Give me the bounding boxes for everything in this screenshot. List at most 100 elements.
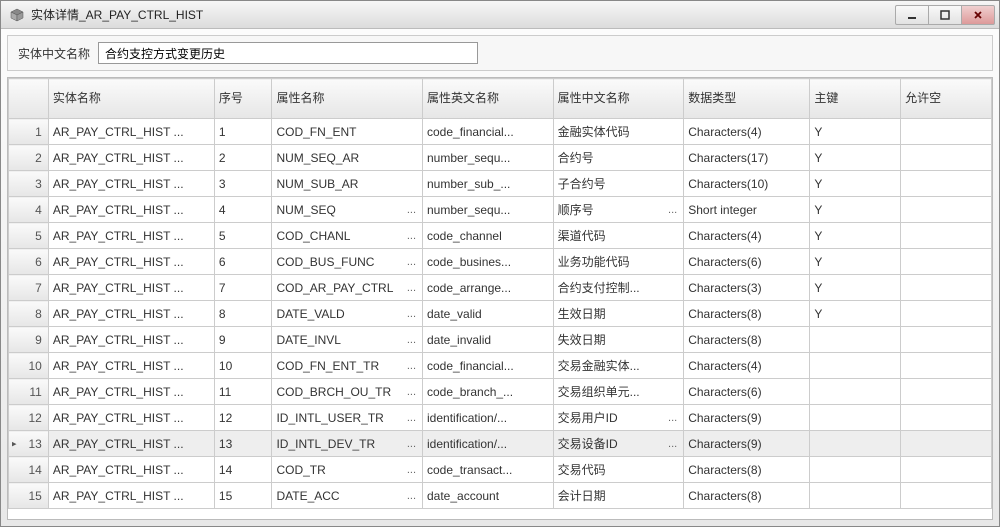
- col-attr-name[interactable]: 属性名称: [272, 79, 423, 119]
- cell-attr-name[interactable]: COD_TR...: [272, 457, 423, 483]
- cell-entity-name[interactable]: AR_PAY_CTRL_HIST ...: [48, 431, 214, 457]
- ellipsis-button[interactable]: ...: [405, 490, 418, 502]
- ellipsis-button[interactable]: ...: [405, 230, 418, 242]
- cell-attr-eng[interactable]: code_channel: [423, 223, 554, 249]
- row-number[interactable]: 9: [9, 327, 49, 353]
- cell-seq[interactable]: 5: [214, 223, 272, 249]
- ellipsis-button[interactable]: ...: [405, 412, 418, 424]
- cell-allow-null[interactable]: [901, 119, 992, 145]
- cell-attr-eng[interactable]: code_financial...: [423, 119, 554, 145]
- cell-data-type[interactable]: Characters(6): [684, 249, 810, 275]
- ellipsis-button[interactable]: ...: [405, 464, 418, 476]
- row-number[interactable]: 13: [9, 431, 49, 457]
- row-number[interactable]: 2: [9, 145, 49, 171]
- cell-entity-name[interactable]: AR_PAY_CTRL_HIST ...: [48, 301, 214, 327]
- cell-pk[interactable]: [810, 483, 901, 509]
- table-row[interactable]: 5AR_PAY_CTRL_HIST ...5COD_CHANL...code_c…: [9, 223, 992, 249]
- col-data-type[interactable]: 数据类型: [684, 79, 810, 119]
- ellipsis-button[interactable]: ...: [405, 256, 418, 268]
- cell-attr-name[interactable]: COD_FN_ENT: [272, 119, 423, 145]
- table-row[interactable]: 14AR_PAY_CTRL_HIST ...14COD_TR...code_tr…: [9, 457, 992, 483]
- row-number[interactable]: 8: [9, 301, 49, 327]
- row-number[interactable]: 6: [9, 249, 49, 275]
- cell-seq[interactable]: 2: [214, 145, 272, 171]
- cell-data-type[interactable]: Short integer: [684, 197, 810, 223]
- cell-pk[interactable]: Y: [810, 171, 901, 197]
- cell-data-type[interactable]: Characters(4): [684, 119, 810, 145]
- cell-allow-null[interactable]: [901, 327, 992, 353]
- cell-attr-eng[interactable]: code_financial...: [423, 353, 554, 379]
- cell-allow-null[interactable]: [901, 483, 992, 509]
- cell-seq[interactable]: 12: [214, 405, 272, 431]
- ellipsis-button[interactable]: ...: [405, 438, 418, 450]
- cell-seq[interactable]: 9: [214, 327, 272, 353]
- table-row[interactable]: 12AR_PAY_CTRL_HIST ...12ID_INTL_USER_TR.…: [9, 405, 992, 431]
- col-allow-null[interactable]: 允许空: [901, 79, 992, 119]
- col-seq[interactable]: 序号: [214, 79, 272, 119]
- cell-attr-eng[interactable]: code_transact...: [423, 457, 554, 483]
- cell-entity-name[interactable]: AR_PAY_CTRL_HIST ...: [48, 197, 214, 223]
- cell-attr-eng[interactable]: code_busines...: [423, 249, 554, 275]
- cell-attr-name[interactable]: DATE_INVL...: [272, 327, 423, 353]
- cell-entity-name[interactable]: AR_PAY_CTRL_HIST ...: [48, 275, 214, 301]
- cell-attr-chn[interactable]: 交易设备ID...: [553, 431, 684, 457]
- cell-attr-chn[interactable]: 会计日期: [553, 483, 684, 509]
- cell-allow-null[interactable]: [901, 249, 992, 275]
- col-attr-chn[interactable]: 属性中文名称: [553, 79, 684, 119]
- cell-entity-name[interactable]: AR_PAY_CTRL_HIST ...: [48, 171, 214, 197]
- cell-entity-name[interactable]: AR_PAY_CTRL_HIST ...: [48, 457, 214, 483]
- ellipsis-button[interactable]: ...: [666, 204, 679, 216]
- cell-seq[interactable]: 13: [214, 431, 272, 457]
- row-number[interactable]: 1: [9, 119, 49, 145]
- cell-seq[interactable]: 1: [214, 119, 272, 145]
- cell-allow-null[interactable]: [901, 353, 992, 379]
- cell-seq[interactable]: 4: [214, 197, 272, 223]
- input-entity-cn-name[interactable]: [98, 42, 478, 64]
- cell-attr-chn[interactable]: 交易用户ID...: [553, 405, 684, 431]
- table-row[interactable]: 9AR_PAY_CTRL_HIST ...9DATE_INVL...date_i…: [9, 327, 992, 353]
- col-attr-eng[interactable]: 属性英文名称: [423, 79, 554, 119]
- cell-attr-chn[interactable]: 业务功能代码: [553, 249, 684, 275]
- ellipsis-button[interactable]: ...: [405, 386, 418, 398]
- close-button[interactable]: [961, 5, 995, 25]
- attributes-grid[interactable]: 实体名称 序号 属性名称 属性英文名称 属性中文名称 数据类型 主键 允许空 1…: [7, 77, 993, 520]
- cell-attr-chn[interactable]: 交易代码: [553, 457, 684, 483]
- ellipsis-button[interactable]: ...: [405, 308, 418, 320]
- ellipsis-button[interactable]: ...: [405, 282, 418, 294]
- cell-seq[interactable]: 11: [214, 379, 272, 405]
- cell-allow-null[interactable]: [901, 301, 992, 327]
- cell-attr-eng[interactable]: number_sequ...: [423, 145, 554, 171]
- table-row[interactable]: 2AR_PAY_CTRL_HIST ...2NUM_SEQ_ARnumber_s…: [9, 145, 992, 171]
- cell-entity-name[interactable]: AR_PAY_CTRL_HIST ...: [48, 327, 214, 353]
- cell-allow-null[interactable]: [901, 275, 992, 301]
- cell-entity-name[interactable]: AR_PAY_CTRL_HIST ...: [48, 119, 214, 145]
- cell-seq[interactable]: 3: [214, 171, 272, 197]
- cell-allow-null[interactable]: [901, 171, 992, 197]
- row-number[interactable]: 11: [9, 379, 49, 405]
- cell-data-type[interactable]: Characters(9): [684, 431, 810, 457]
- table-row[interactable]: 8AR_PAY_CTRL_HIST ...8DATE_VALD...date_v…: [9, 301, 992, 327]
- cell-data-type[interactable]: Characters(8): [684, 483, 810, 509]
- cell-attr-chn[interactable]: 交易金融实体...: [553, 353, 684, 379]
- cell-attr-eng[interactable]: date_invalid: [423, 327, 554, 353]
- cell-pk[interactable]: Y: [810, 275, 901, 301]
- row-number[interactable]: 5: [9, 223, 49, 249]
- cell-allow-null[interactable]: [901, 405, 992, 431]
- cell-data-type[interactable]: Characters(4): [684, 353, 810, 379]
- minimize-button[interactable]: [895, 5, 929, 25]
- cell-data-type[interactable]: Characters(10): [684, 171, 810, 197]
- cell-entity-name[interactable]: AR_PAY_CTRL_HIST ...: [48, 405, 214, 431]
- ellipsis-button[interactable]: ...: [405, 334, 418, 346]
- col-pk[interactable]: 主键: [810, 79, 901, 119]
- row-number[interactable]: 10: [9, 353, 49, 379]
- cell-attr-eng[interactable]: identification/...: [423, 405, 554, 431]
- table-row[interactable]: 4AR_PAY_CTRL_HIST ...4NUM_SEQ...number_s…: [9, 197, 992, 223]
- cell-attr-chn[interactable]: 金融实体代码: [553, 119, 684, 145]
- ellipsis-button[interactable]: ...: [405, 360, 418, 372]
- cell-attr-name[interactable]: DATE_ACC...: [272, 483, 423, 509]
- cell-entity-name[interactable]: AR_PAY_CTRL_HIST ...: [48, 379, 214, 405]
- ellipsis-button[interactable]: ...: [405, 204, 418, 216]
- cell-data-type[interactable]: Characters(8): [684, 327, 810, 353]
- cell-data-type[interactable]: Characters(6): [684, 379, 810, 405]
- cell-attr-chn[interactable]: 子合约号: [553, 171, 684, 197]
